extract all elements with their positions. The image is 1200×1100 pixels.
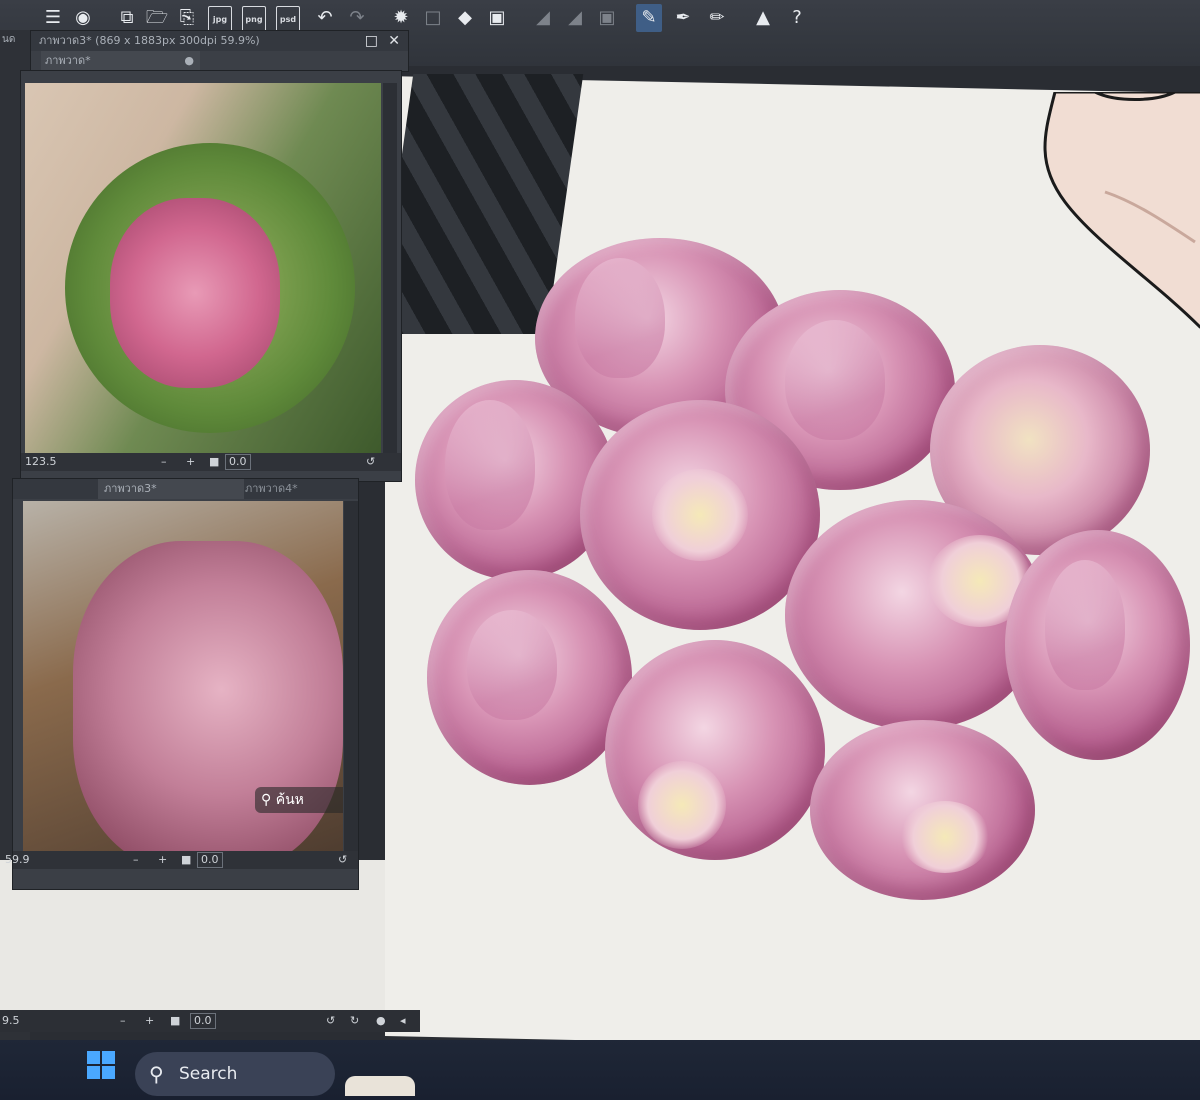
menu-icon[interactable]: ☰ xyxy=(40,4,66,32)
rotate-reset-icon[interactable]: ↺ xyxy=(366,453,375,471)
tab-drawing-4-label: ภาพวาด4* xyxy=(245,482,298,495)
app-logo-icon[interactable]: ◉ xyxy=(70,4,96,32)
zoom-value[interactable]: 123.5 xyxy=(21,455,57,468)
lotus-bouquet-artwork xyxy=(415,230,1200,910)
tab-modified-dot-icon: ● xyxy=(184,54,194,67)
visual-search-chip[interactable]: ⚲ ค้นห xyxy=(255,787,343,813)
help-icon[interactable]: ? xyxy=(784,4,810,32)
lotus-bud xyxy=(1005,530,1190,760)
redo-icon[interactable]: ↷ xyxy=(344,4,370,32)
vertical-scrollbar[interactable] xyxy=(344,501,358,869)
lotus-flower-open xyxy=(810,720,1035,900)
main-status-bar: 9.5 – + ■ 0.0 ↺ ↻ ● ◂ xyxy=(0,1010,420,1032)
lotus-flower-open xyxy=(605,640,825,860)
visual-search-label: ค้นห xyxy=(275,792,304,808)
disabled-tool-icon: ▣ xyxy=(598,7,616,28)
new-file-icon[interactable]: ⧉ xyxy=(114,4,140,32)
rotate-right-icon[interactable]: ↻ xyxy=(350,1010,359,1032)
subview-panel-header: ภาพวาด3* (869 x 1883px 300dpi 59.9%) □ ✕… xyxy=(30,30,409,72)
tab-drawing-4[interactable]: ภาพวาด4* xyxy=(241,479,355,499)
open-folder-icon[interactable]: 🗁 xyxy=(144,4,170,32)
rotate-left-icon[interactable]: ↺ xyxy=(326,1010,335,1032)
rotation-value[interactable]: 0.0 xyxy=(197,852,223,868)
lotus-flower-open xyxy=(785,500,1045,730)
pink-lotus-cluster xyxy=(73,541,343,869)
zoom-value[interactable]: 59.9 xyxy=(3,851,30,869)
taskbar-search-box[interactable]: ⚲ Search xyxy=(135,1052,335,1096)
vertical-scrollbar[interactable] xyxy=(383,83,397,453)
eraser-icon[interactable]: ✏ xyxy=(704,4,730,32)
zoom-value[interactable]: 9.5 xyxy=(0,1014,20,1027)
subview-bottom-footer: 59.9 – + ■ 0.0 ↺ xyxy=(5,851,358,869)
tab-drawing-label: ภาพวาด* xyxy=(45,54,91,67)
tab-drawing-3[interactable]: ภาพวาด3* xyxy=(98,479,244,499)
pink-lotus-cluster xyxy=(110,198,280,388)
disabled-tool-icon: ◢ xyxy=(536,7,550,28)
reset-view-icon[interactable]: ● xyxy=(376,1010,386,1032)
fill-icon[interactable]: ◆ xyxy=(452,4,478,32)
search-icon: ⚲ xyxy=(149,1062,164,1086)
subview-top-footer: 123.5 – + ■ 0.0 ↺ xyxy=(21,453,401,471)
pen-icon[interactable]: ✎ xyxy=(636,4,662,32)
fit-icon[interactable]: ■ xyxy=(170,1010,180,1032)
zoom-out-button[interactable]: – xyxy=(120,1010,126,1032)
tab-drawing-3-label: ภาพวาด3* xyxy=(104,482,157,495)
subview-bottom-window: ภาพวาด3* ภาพวาด4* ⚲ ค้นห 59.9 – + ■ 0.0 … xyxy=(5,478,359,890)
subview-title: ภาพวาด3* (869 x 1883px 300dpi 59.9%) xyxy=(31,31,408,51)
brush-icon[interactable]: ✒ xyxy=(670,4,696,32)
taskbar-search-highlight-image[interactable] xyxy=(345,1076,415,1096)
lotus-flower-open xyxy=(580,400,820,630)
close-icon[interactable]: ✕ xyxy=(388,31,400,51)
search-icon: ⚲ xyxy=(261,792,272,808)
subview-top-window: 123.5 – + ■ 0.0 ↺ xyxy=(20,70,402,482)
graduation-cap-icon[interactable]: ▲ xyxy=(750,4,776,32)
flip-icon[interactable]: ◂ xyxy=(400,1010,406,1032)
tab-drawing[interactable]: ภาพวาด* ● xyxy=(41,51,200,71)
zoom-in-button[interactable]: + xyxy=(145,1010,154,1032)
loading-spinner-icon[interactable]: ✹ xyxy=(388,4,414,32)
reference-photo-top[interactable] xyxy=(25,83,381,453)
maximize-icon[interactable]: □ xyxy=(365,31,378,51)
rotation-value[interactable]: 0.0 xyxy=(225,454,251,470)
zoom-in-button[interactable]: + xyxy=(186,453,195,471)
windows-logo-icon[interactable] xyxy=(86,1050,116,1080)
left-edge-label: นด xyxy=(2,34,16,45)
select-icon[interactable]: □ xyxy=(420,4,446,32)
reference-photo-bottom[interactable]: ⚲ ค้นห xyxy=(23,501,343,869)
disabled-tool-icon: ◢ xyxy=(568,7,582,28)
rotation-value[interactable]: 0.0 xyxy=(190,1013,216,1029)
taskbar-search-label: Search xyxy=(179,1064,238,1084)
zoom-out-button[interactable]: – xyxy=(133,851,139,869)
zoom-out-button[interactable]: – xyxy=(161,453,167,471)
zoom-in-button[interactable]: + xyxy=(158,851,167,869)
lotus-bud xyxy=(427,570,632,785)
rotate-reset-icon[interactable]: ↺ xyxy=(338,851,347,869)
fit-icon[interactable]: ■ xyxy=(181,851,191,869)
undo-icon[interactable]: ↶ xyxy=(312,4,338,32)
save-icon[interactable]: ⎘ xyxy=(174,4,200,32)
fit-icon[interactable]: ■ xyxy=(209,453,219,471)
transform-icon[interactable]: ▣ xyxy=(484,4,510,32)
subview-tabs: ภาพวาด3* ภาพวาด4* xyxy=(13,479,358,499)
